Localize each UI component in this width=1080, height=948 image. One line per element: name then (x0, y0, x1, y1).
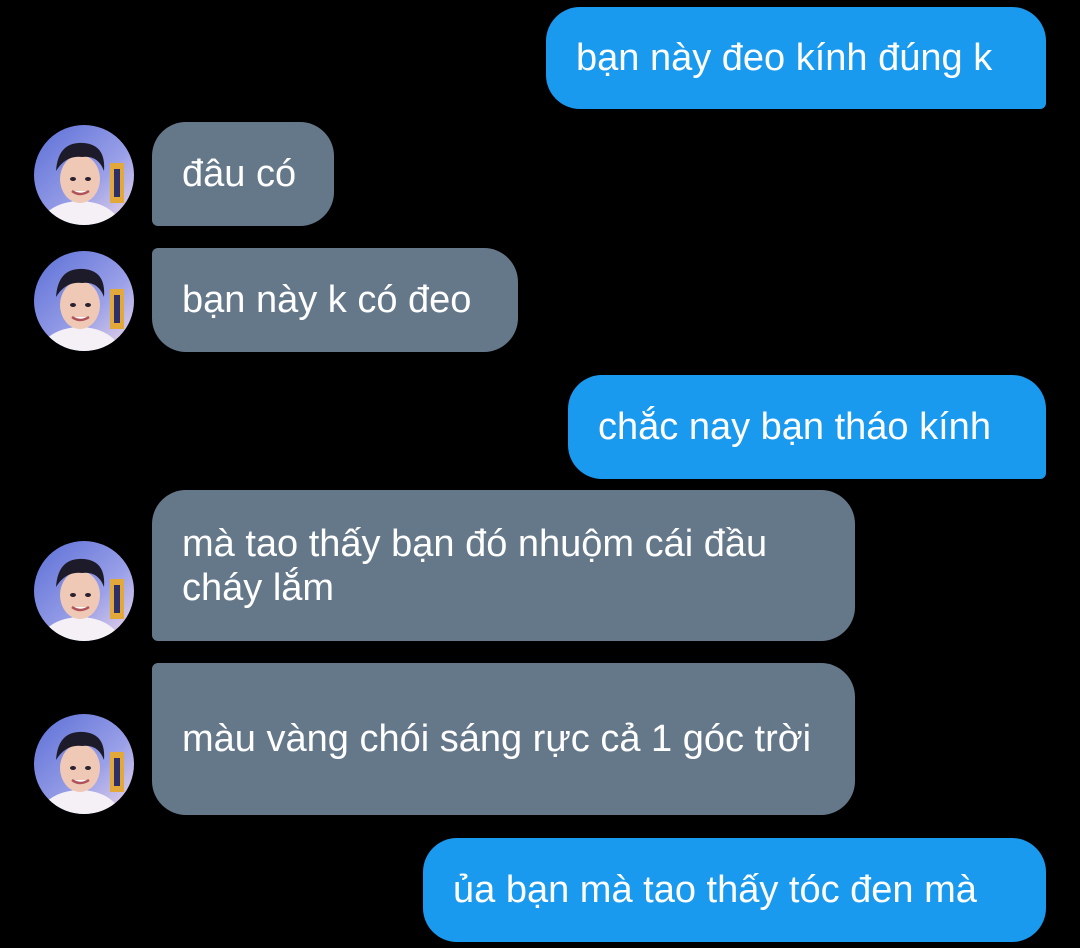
message-bubble-sent[interactable]: chắc nay bạn tháo kính (568, 375, 1046, 479)
avatar-photo-icon (34, 125, 134, 225)
message-text: chắc nay bạn tháo kính (598, 406, 991, 448)
contact-avatar[interactable] (34, 541, 134, 641)
contact-avatar[interactable] (34, 125, 134, 225)
contact-avatar[interactable] (34, 251, 134, 351)
avatar-photo-icon (34, 714, 134, 814)
avatar-photo-icon (34, 251, 134, 351)
message-text: bạn này đeo kính đúng k (576, 37, 993, 79)
message-bubble-received[interactable]: đâu có (152, 122, 334, 226)
message-bubble-received[interactable]: màu vàng chói sáng rực cả 1 góc trời (152, 663, 855, 815)
message-text: mà tao thấy bạn đó nhuộm cái đầu cháy lắ… (182, 522, 768, 609)
message-text: bạn này k có đeo (182, 279, 472, 321)
message-text: đâu có (182, 153, 297, 195)
message-bubble-received[interactable]: bạn này k có đeo (152, 248, 518, 352)
message-bubble-sent[interactable]: bạn này đeo kính đúng k (546, 7, 1046, 109)
message-text: ủa bạn mà tao thấy tóc đen mà (453, 869, 977, 911)
message-text: màu vàng chói sáng rực cả 1 góc trời (182, 718, 812, 760)
avatar-photo-icon (34, 541, 134, 641)
message-bubble-sent[interactable]: ủa bạn mà tao thấy tóc đen mà (423, 838, 1046, 942)
contact-avatar[interactable] (34, 714, 134, 814)
message-bubble-received[interactable]: mà tao thấy bạn đó nhuộm cái đầu cháy lắ… (152, 490, 855, 641)
